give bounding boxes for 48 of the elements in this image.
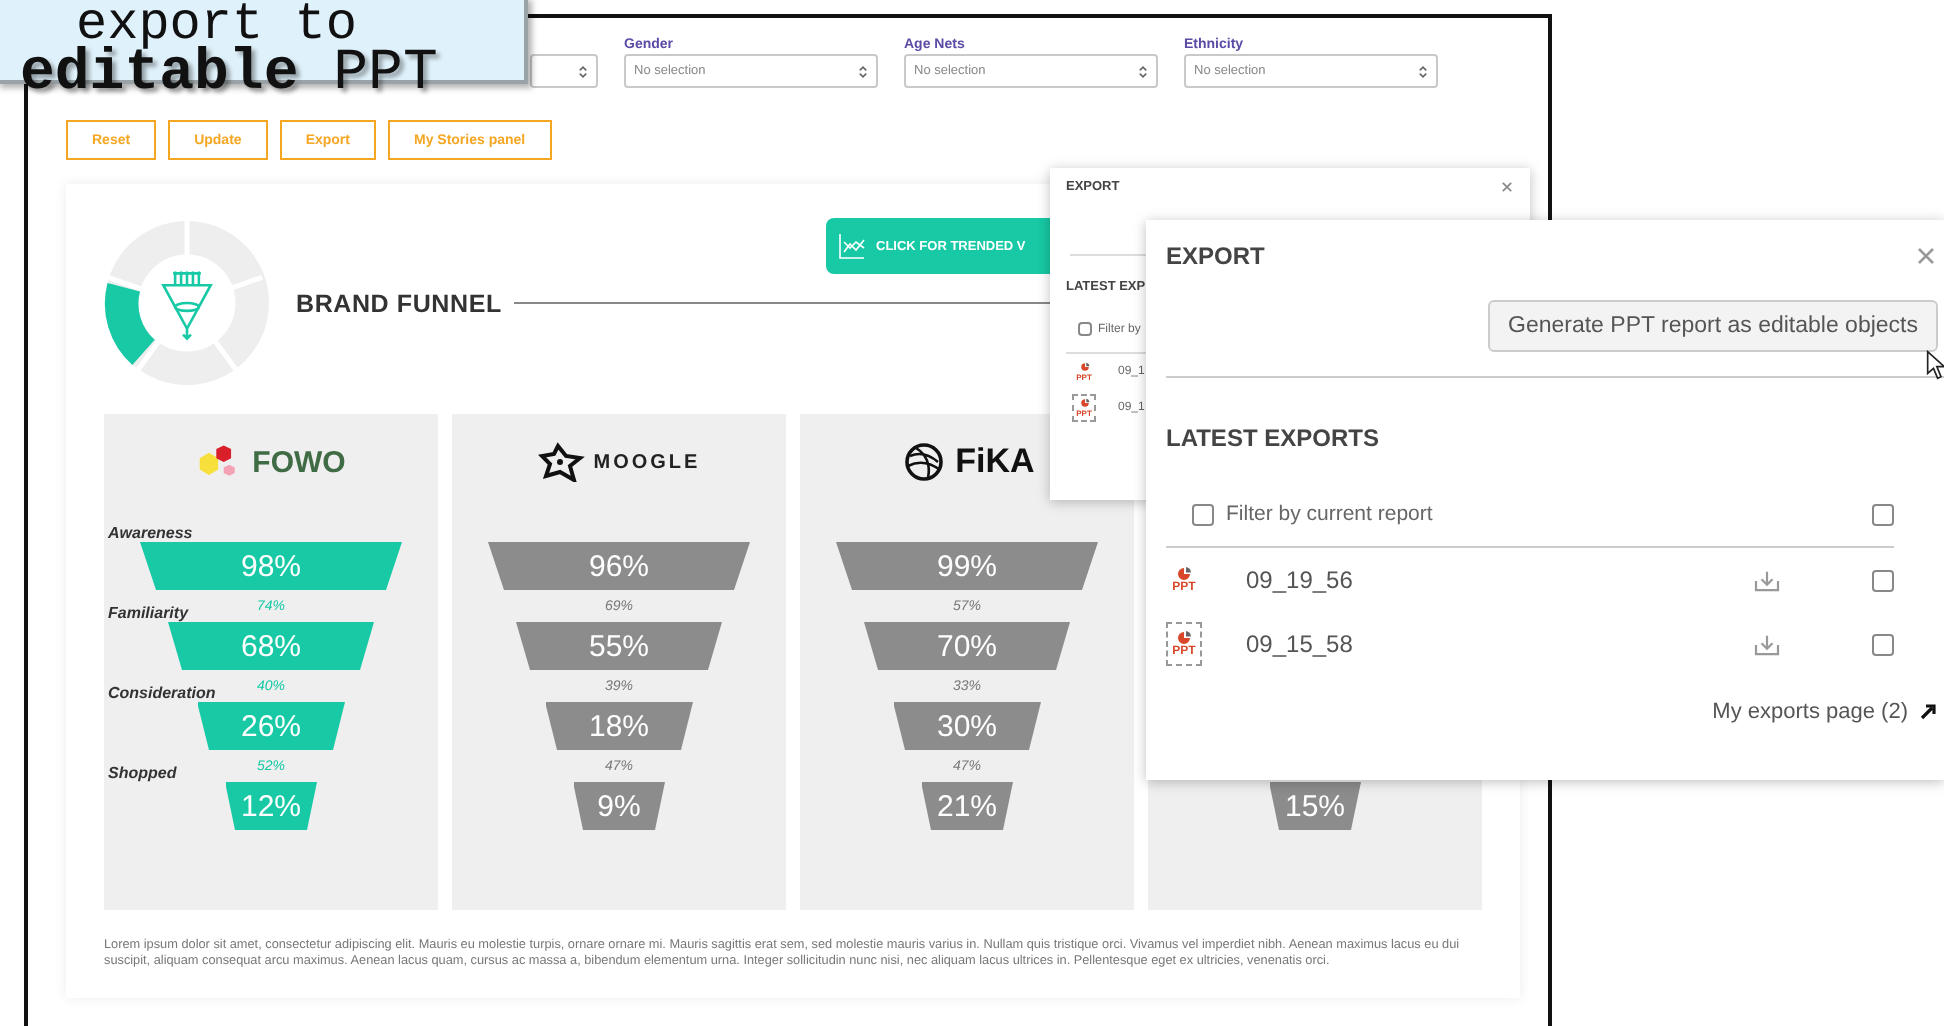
funnel-bar: 30%	[893, 702, 1041, 750]
stage-label: Consideration	[108, 684, 216, 702]
generate-button[interactable]: Generate PPT report as editable objects	[1488, 300, 1938, 352]
funnel-bar: 55%	[516, 622, 722, 670]
line-chart-icon	[838, 232, 866, 260]
chevron-icon	[1138, 63, 1148, 79]
section-title: LATEST EXPORTS	[1166, 424, 1381, 452]
brand-name: MOOGLE	[593, 451, 701, 473]
funnel-bar: 9%	[573, 782, 665, 830]
funnel-ring-icon	[104, 220, 270, 386]
download-icon[interactable]	[1754, 569, 1780, 591]
checkbox[interactable]	[1872, 633, 1894, 655]
funnel-bar: 12%	[225, 782, 317, 830]
stage-label: Awareness	[108, 524, 193, 542]
funnel-bar: 70%	[864, 622, 1070, 670]
checkbox-label: Filter by current report	[1226, 502, 1433, 526]
export-name: 09_15_58	[1246, 630, 1353, 658]
funnel-bar: 26%	[197, 702, 345, 750]
star-logo-icon	[537, 442, 586, 482]
funnel-bar: 99%	[836, 542, 1098, 590]
funnel-bar: 18%	[545, 702, 693, 750]
panel-title: BRAND FUNNEL	[296, 289, 502, 317]
close-icon[interactable]	[1916, 246, 1936, 266]
funnel-bar: 96%	[488, 542, 750, 590]
download-icon[interactable]	[1754, 633, 1780, 655]
chevron-icon	[858, 63, 868, 79]
funnel-bar: 68%	[168, 622, 374, 670]
stage-label: Familiarity	[108, 604, 189, 622]
callout-text: export to	[76, 2, 357, 46]
globe-logo-icon	[899, 442, 948, 482]
funnel-bar: 15%	[1269, 782, 1361, 830]
checkbox[interactable]	[1872, 569, 1894, 591]
export-name: 09_19_56	[1246, 566, 1353, 594]
funnel-bar: 21%	[921, 782, 1013, 830]
chevron-icon	[578, 63, 588, 79]
external-link-icon	[1920, 704, 1936, 720]
funnel-bar: 98%	[140, 542, 402, 590]
close-icon[interactable]	[1500, 180, 1514, 194]
checkbox[interactable]	[1192, 503, 1214, 525]
brand-name: FOWO	[252, 445, 346, 479]
stage-label: Shopped	[108, 764, 177, 782]
popup-title: EXPORT	[1166, 242, 1265, 270]
chevron-icon	[1418, 63, 1428, 79]
dropdown-field[interactable]	[530, 54, 598, 88]
checkbox[interactable]	[1078, 322, 1092, 336]
checkbox[interactable]	[1872, 503, 1894, 525]
exports-page-link[interactable]: My exports page (2)	[1712, 700, 1908, 724]
brand-name: FiKA	[955, 442, 1035, 482]
